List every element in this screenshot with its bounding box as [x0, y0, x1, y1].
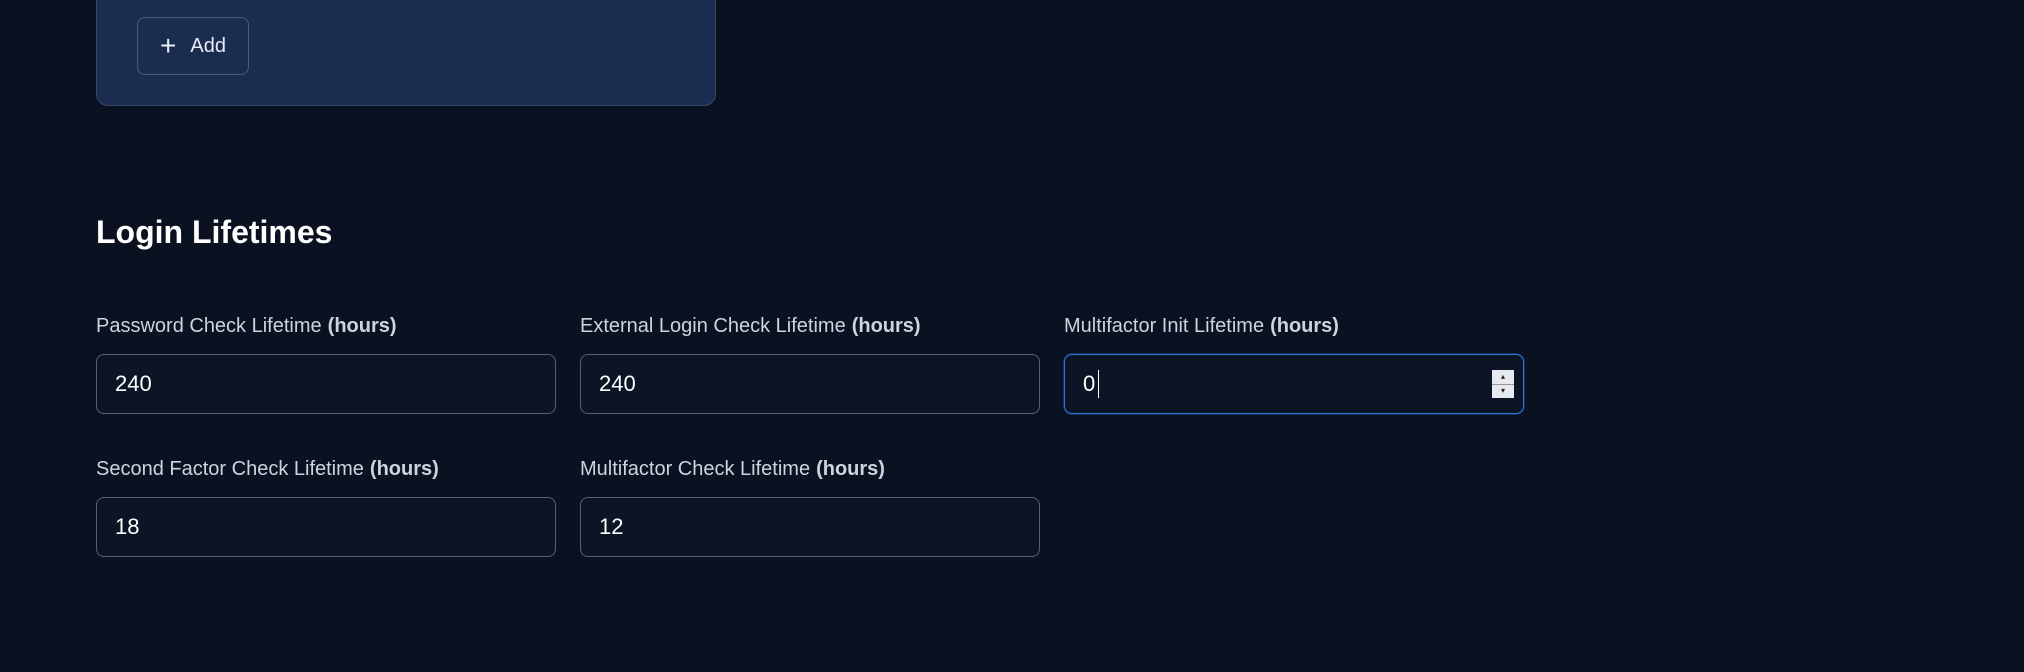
field-external-login-check: External Login Check Lifetime (hours) — [580, 315, 1040, 414]
label-password-check: Password Check Lifetime (hours) — [96, 315, 556, 338]
field-multifactor-check: Multifactor Check Lifetime (hours) — [580, 458, 1040, 557]
field-second-factor-check: Second Factor Check Lifetime (hours) — [96, 458, 556, 557]
label-multifactor-check: Multifactor Check Lifetime (hours) — [580, 458, 1040, 481]
plus-icon: + — [160, 32, 176, 60]
caret-up-icon — [1501, 373, 1505, 381]
input-second-factor-check[interactable] — [96, 497, 556, 557]
number-spinner[interactable] — [1492, 370, 1514, 398]
caret-down-icon — [1501, 387, 1505, 395]
section-heading: Login Lifetimes — [96, 214, 2024, 251]
field-password-check: Password Check Lifetime (hours) — [96, 315, 556, 414]
field-multifactor-init: Multifactor Init Lifetime (hours) — [1064, 315, 1524, 414]
text-cursor — [1098, 370, 1099, 398]
label-external-login-check: External Login Check Lifetime (hours) — [580, 315, 1040, 338]
add-button-label: Add — [190, 35, 226, 58]
input-multifactor-check[interactable] — [580, 497, 1040, 557]
input-external-login-check[interactable] — [580, 354, 1040, 414]
label-second-factor-check: Second Factor Check Lifetime (hours) — [96, 458, 556, 481]
add-button[interactable]: + Add — [137, 17, 249, 75]
label-multifactor-init: Multifactor Init Lifetime (hours) — [1064, 315, 1524, 338]
input-password-check[interactable] — [96, 354, 556, 414]
spinner-up[interactable] — [1492, 370, 1514, 385]
spinner-down[interactable] — [1492, 385, 1514, 399]
input-multifactor-init[interactable] — [1064, 354, 1524, 414]
top-card: + Add — [96, 0, 716, 106]
lifetimes-form: Password Check Lifetime (hours) External… — [96, 315, 1526, 557]
